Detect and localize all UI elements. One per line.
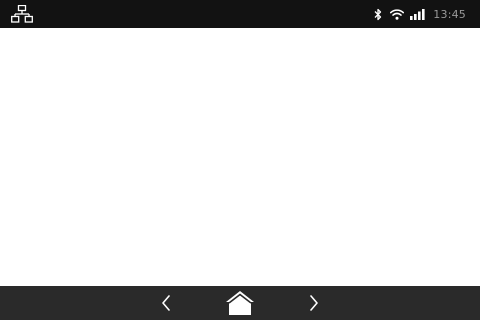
back-icon <box>162 295 170 311</box>
network-icon <box>11 5 33 23</box>
wifi-icon <box>390 8 405 20</box>
clock: 13:45 <box>433 7 466 21</box>
status-bar: 13:45 <box>0 0 480 28</box>
home-button[interactable] <box>222 286 258 320</box>
forward-icon <box>310 295 318 311</box>
device-screen: 13:45 <box>0 0 480 320</box>
signal-icon <box>410 8 425 20</box>
home-icon <box>226 291 254 315</box>
bluetooth-icon <box>374 8 382 20</box>
status-indicators: 13:45 <box>374 0 480 28</box>
content-area <box>0 28 480 286</box>
back-button[interactable] <box>150 286 182 320</box>
forward-button[interactable] <box>298 286 330 320</box>
navigation-bar <box>0 286 480 320</box>
